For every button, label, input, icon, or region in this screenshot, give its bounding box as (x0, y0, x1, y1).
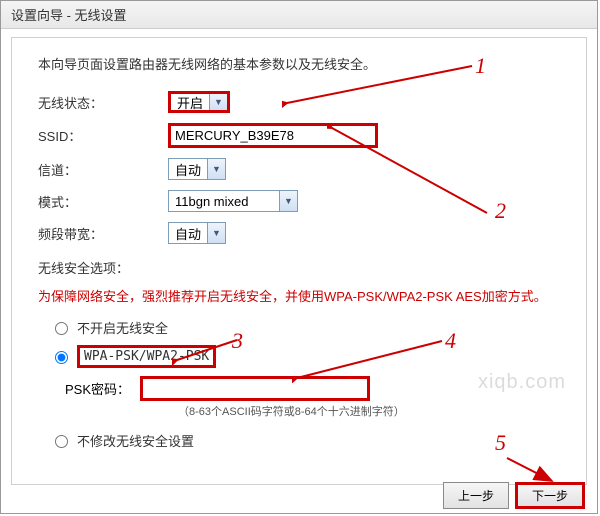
wireless-status-value: 开启 (171, 93, 209, 112)
ssid-input[interactable] (168, 123, 378, 148)
wireless-status-dropdown[interactable]: 开启 ▼ (168, 91, 230, 113)
watermark-text: xiqb.com (478, 371, 566, 394)
channel-dropdown[interactable]: 自动 ▼ (168, 158, 226, 180)
row-security-label: 无线安全选项： (38, 258, 568, 277)
bandwidth-value: 自动 (169, 224, 207, 243)
title-bar: 设置向导 - 无线设置 (1, 1, 597, 29)
radio-row-wpa[interactable]: WPA-PSK/WPA2-PSK (50, 345, 568, 368)
row-wireless-status: 无线状态： 开启 ▼ (38, 91, 568, 113)
row-mode: 模式： 11bgn mixed ▼ (38, 190, 568, 212)
radio-disable-label: 不开启无线安全 (77, 318, 168, 337)
label-channel: 信道： (38, 160, 168, 179)
dialog-window: 设置向导 - 无线设置 本向导页面设置路由器无线网络的基本参数以及无线安全。 无… (0, 0, 598, 514)
row-bandwidth: 频段带宽： 自动 ▼ (38, 222, 568, 244)
label-wireless-status: 无线状态： (38, 93, 168, 112)
psk-password-input[interactable] (140, 376, 370, 401)
button-bar: 上一步 下一步 (443, 482, 585, 509)
radio-keep-label: 不修改无线安全设置 (77, 431, 194, 450)
label-mode: 模式： (38, 192, 168, 211)
content-panel: 本向导页面设置路由器无线网络的基本参数以及无线安全。 无线状态： 开启 ▼ SS… (11, 37, 587, 485)
channel-value: 自动 (169, 160, 207, 179)
radio-keep-settings[interactable] (55, 435, 68, 448)
radio-row-disable[interactable]: 不开启无线安全 (50, 318, 568, 337)
chevron-down-icon: ▼ (209, 94, 227, 110)
mode-dropdown[interactable]: 11bgn mixed ▼ (168, 190, 298, 212)
security-warning: 为保障网络安全，强烈推荐开启无线安全，并使用WPA-PSK/WPA2-PSK A… (38, 287, 560, 308)
radio-wpa-label: WPA-PSK/WPA2-PSK (77, 345, 216, 368)
label-ssid: SSID： (38, 126, 168, 145)
mode-value: 11bgn mixed (169, 194, 279, 209)
prev-button[interactable]: 上一步 (443, 482, 509, 509)
chevron-down-icon: ▼ (279, 191, 297, 211)
chevron-down-icon: ▼ (207, 223, 225, 243)
intro-text: 本向导页面设置路由器无线网络的基本参数以及无线安全。 (38, 54, 568, 73)
chevron-down-icon: ▼ (207, 159, 225, 179)
radio-wpa-psk[interactable] (55, 351, 68, 364)
radio-row-keep[interactable]: 不修改无线安全设置 (50, 431, 568, 450)
psk-hint: （8-63个ASCII码字符或8-64个十六进制字符） (178, 403, 568, 419)
psk-label: PSK密码： (65, 379, 130, 398)
radio-disable-security[interactable] (55, 322, 68, 335)
row-ssid: SSID： (38, 123, 568, 148)
next-button[interactable]: 下一步 (515, 482, 585, 509)
security-section-label: 无线安全选项： (38, 258, 129, 277)
row-channel: 信道： 自动 ▼ (38, 158, 568, 180)
label-bandwidth: 频段带宽： (38, 224, 168, 243)
bandwidth-dropdown[interactable]: 自动 ▼ (168, 222, 226, 244)
window-title: 设置向导 - 无线设置 (11, 8, 127, 23)
